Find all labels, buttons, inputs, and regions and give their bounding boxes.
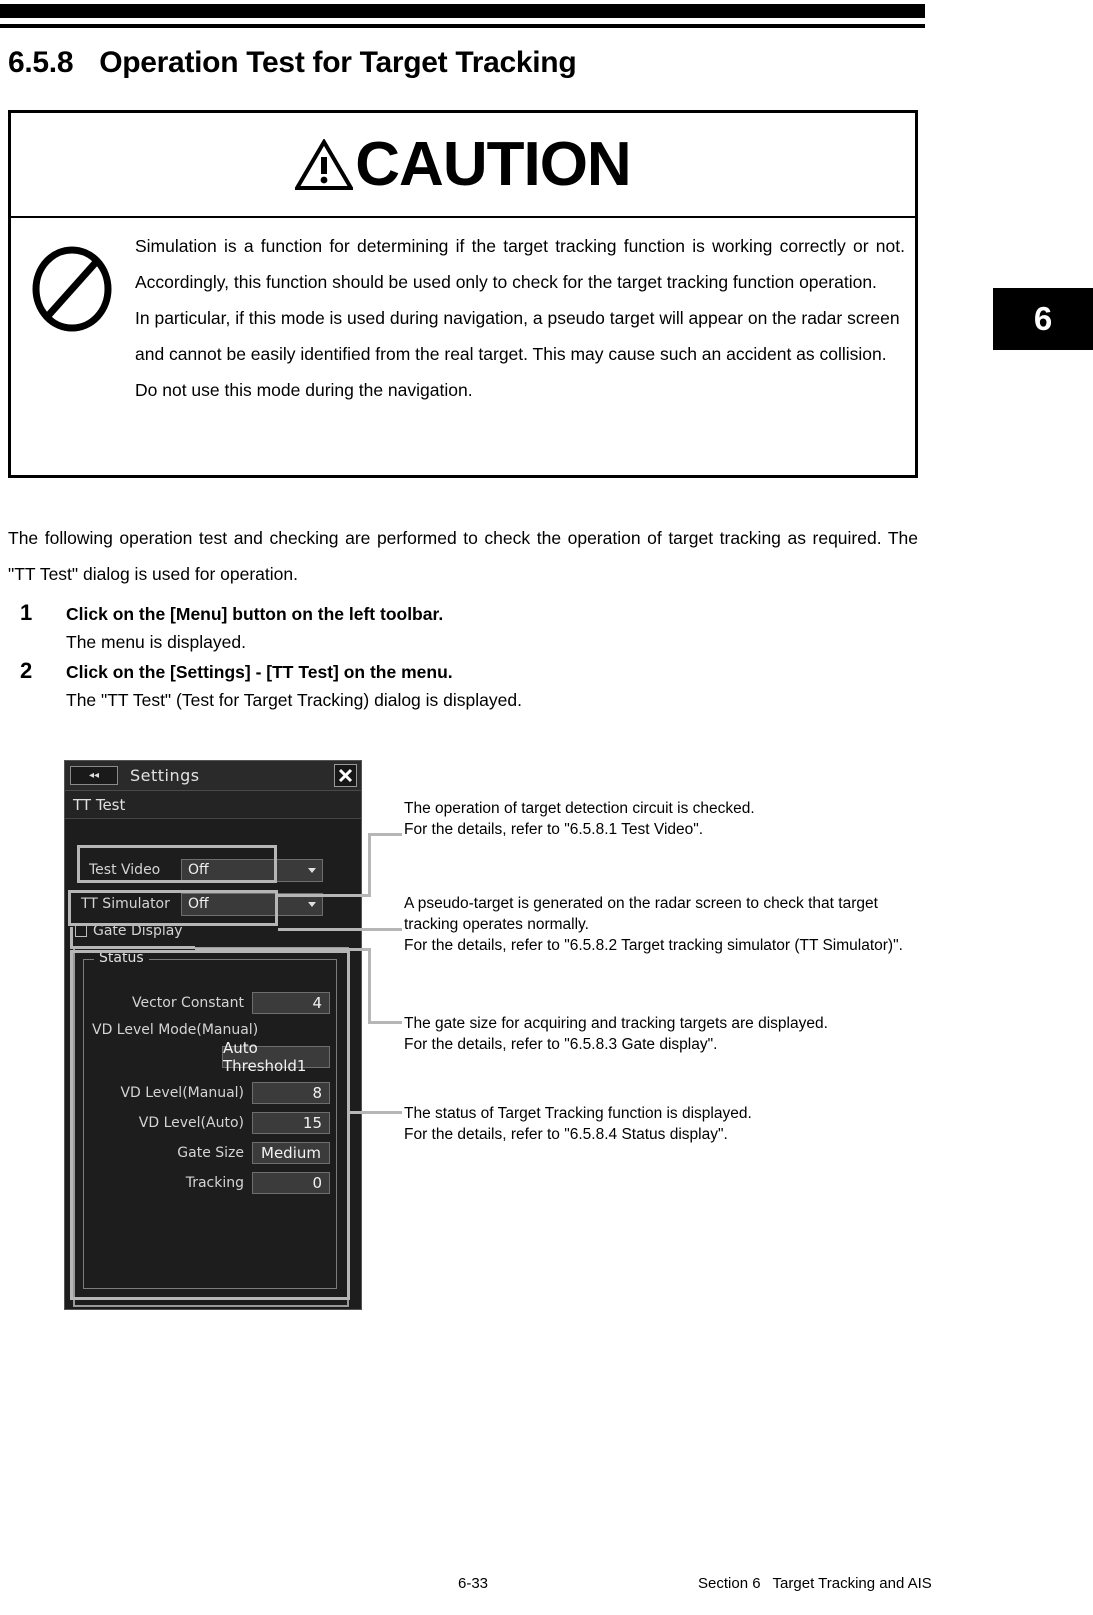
gate-size-label: Gate Size — [177, 1145, 244, 1161]
footer-section-label: Section 6 — [698, 1575, 761, 1592]
step-2-result: The "TT Test" (Test for Target Tracking)… — [66, 690, 522, 710]
leader-line-3-horiz — [195, 948, 371, 951]
leader-line-4 — [350, 1111, 402, 1114]
footer-section-title: Target Tracking and AIS — [772, 1575, 932, 1592]
page-title: 6.5.8 Operation Test for Target Tracking — [8, 46, 577, 80]
footer-page-number: 6-33 — [458, 1575, 489, 1592]
step-1-number: 1 — [20, 600, 33, 625]
section-title: Operation Test for Target Tracking — [99, 46, 577, 79]
chapter-tab-number: 6 — [1033, 300, 1053, 337]
caution-header: CAUTION — [11, 113, 915, 218]
callout-gate-display: The gate size for acquiring and tracking… — [404, 1013, 934, 1055]
caution-paragraph-1: Simulation is a function for determining… — [135, 236, 905, 292]
vd-level-auto-value: 15 — [252, 1112, 330, 1134]
callout-status: The status of Target Tracking function i… — [404, 1103, 934, 1145]
callout-2-line-1: A pseudo-target is generated on the rada… — [404, 895, 878, 933]
test-video-value: Off — [188, 862, 209, 878]
vector-constant-value: 4 — [252, 992, 330, 1014]
prohibition-icon — [29, 228, 129, 408]
leader-line-1-stub — [277, 894, 371, 897]
leader-line-2 — [278, 928, 402, 931]
callout-3-line-2: For the details, refer to "6.5.8.3 Gate … — [404, 1036, 718, 1053]
status-row-vd-level-manual: VD Level(Manual) 8 — [92, 1082, 330, 1104]
test-video-label: Test Video — [89, 862, 161, 878]
close-icon[interactable] — [334, 764, 357, 787]
callout-2-line-2: For the details, refer to "6.5.8.2 Targe… — [404, 937, 903, 954]
tracking-value: 0 — [252, 1172, 330, 1194]
section-number: 6.5.8 — [8, 46, 74, 79]
callout-4-line-2: For the details, refer to "6.5.8.4 Statu… — [404, 1126, 728, 1143]
gate-size-value: Medium — [252, 1142, 330, 1164]
leader-line-1-vert — [368, 833, 371, 897]
caution-text: Simulation is a function for determining… — [129, 228, 905, 408]
leader-line-3-vert — [368, 948, 371, 1024]
callout-4-line-1: The status of Target Tracking function i… — [404, 1105, 752, 1122]
status-row-vd-level-mode-value: Auto Threshold1 — [92, 1039, 330, 1075]
warning-triangle-icon — [295, 138, 354, 190]
leader-line-1-horiz — [368, 833, 402, 836]
callout-1-line-1: The operation of target detection circui… — [404, 800, 755, 817]
tt-test-dialog: ◂◂ Settings TT Test Test Video Off TT Si… — [64, 760, 362, 1310]
callout-1-line-2: For the details, refer to "6.5.8.1 Test … — [404, 821, 704, 838]
chevron-down-icon — [308, 867, 316, 873]
dialog-back-button[interactable]: ◂◂ — [70, 766, 118, 785]
vd-level-manual-label: VD Level(Manual) — [120, 1085, 244, 1101]
step-2: 2 Click on the [Settings] - [TT Test] on… — [20, 658, 900, 716]
step-1-result: The menu is displayed. — [66, 632, 246, 652]
callout-3-line-1: The gate size for acquiring and tracking… — [404, 1015, 828, 1032]
status-row-tracking: Tracking 0 — [92, 1172, 330, 1194]
caution-box: CAUTION Simulation is a function for det… — [8, 110, 918, 478]
step-2-title: Click on the [Settings] - [TT Test] on t… — [66, 662, 453, 682]
vector-constant-label: Vector Constant — [132, 995, 244, 1011]
test-video-dropdown[interactable]: Off — [181, 858, 323, 882]
step-1: 1 Click on the [Menu] button on the left… — [20, 600, 900, 658]
caution-label: CAUTION — [355, 130, 631, 199]
intro-paragraph: The following operation test and checkin… — [8, 528, 918, 584]
vd-level-mode-label: VD Level Mode(Manual) — [92, 1022, 259, 1038]
caution-body: Simulation is a function for determining… — [11, 218, 915, 408]
page-top-rule — [0, 24, 925, 28]
caution-paragraph-2: In particular, if this mode is used duri… — [135, 308, 900, 400]
tt-simulator-value: Off — [188, 896, 209, 912]
chevron-down-icon — [308, 901, 316, 907]
dialog-section-label: TT Test — [65, 791, 361, 819]
status-panel: Status Vector Constant 4 VD Level Mode(M… — [73, 947, 349, 1307]
vd-level-auto-label: VD Level(Auto) — [138, 1115, 244, 1131]
status-group: Status Vector Constant 4 VD Level Mode(M… — [83, 950, 337, 1289]
test-video-row: Test Video Off — [89, 857, 339, 883]
gate-display-row[interactable]: Gate Display — [75, 923, 183, 939]
status-row-vd-level-mode: VD Level Mode(Manual) — [92, 1022, 330, 1038]
step-1-heading: 1 Click on the [Menu] button on the left… — [20, 600, 900, 626]
status-row-vd-level-auto: VD Level(Auto) 15 — [92, 1112, 330, 1134]
page-top-bar — [0, 4, 925, 18]
footer-section: Section 6 Target Tracking and AIS — [698, 1575, 932, 1592]
tracking-label: Tracking — [185, 1175, 244, 1191]
caution-title: CAUTION — [295, 129, 632, 200]
step-2-number: 2 — [20, 658, 33, 683]
status-legend: Status — [94, 950, 149, 966]
status-row-gate-size: Gate Size Medium — [92, 1142, 330, 1164]
status-row-vector-constant: Vector Constant 4 — [92, 992, 330, 1014]
chapter-tab: 6 — [993, 288, 1093, 350]
vd-level-mode-value: Auto Threshold1 — [222, 1039, 330, 1075]
callout-tt-simulator: A pseudo-target is generated on the rada… — [404, 893, 924, 956]
dialog-title: Settings — [130, 766, 200, 785]
tt-simulator-label: TT Simulator — [81, 896, 170, 912]
gate-display-label: Gate Display — [93, 923, 183, 939]
callout-test-video: The operation of target detection circui… — [404, 798, 934, 840]
vd-level-manual-value: 8 — [252, 1082, 330, 1104]
step-2-heading: 2 Click on the [Settings] - [TT Test] on… — [20, 658, 900, 684]
gate-display-checkbox[interactable] — [75, 925, 87, 937]
dialog-titlebar: ◂◂ Settings — [65, 761, 361, 791]
step-1-title: Click on the [Menu] button on the left t… — [66, 604, 444, 624]
leader-line-3-stub — [368, 1021, 402, 1024]
